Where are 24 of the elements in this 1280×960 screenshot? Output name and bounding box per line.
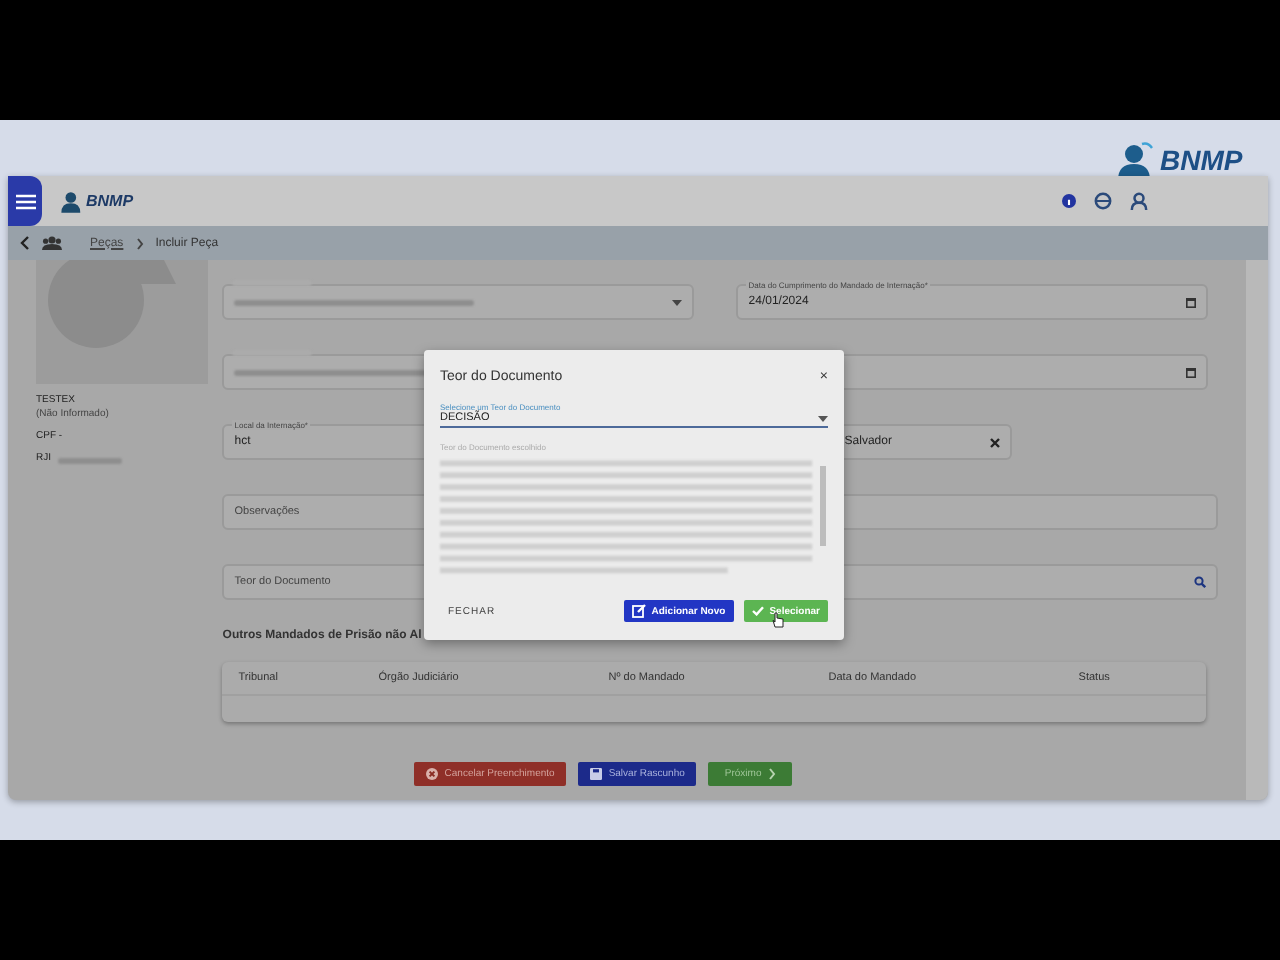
menu-icon [15, 193, 35, 209]
search-icon[interactable] [1194, 576, 1207, 588]
menu-button[interactable] [8, 176, 42, 226]
back-icon[interactable] [20, 236, 30, 250]
edit-icon [631, 604, 646, 618]
user-icon[interactable] [1130, 192, 1148, 210]
calendar-icon [1186, 367, 1197, 377]
info-icon[interactable] [1062, 194, 1076, 208]
cancel-icon [426, 768, 439, 780]
scrollbar[interactable] [820, 466, 826, 546]
form-field[interactable] [222, 284, 695, 320]
breadcrumb-separator-icon [135, 237, 144, 249]
clear-icon[interactable] [990, 437, 1001, 447]
globe-icon[interactable] [1094, 192, 1112, 210]
header-logo: BNMP [60, 188, 134, 214]
chevron-right-icon [767, 768, 776, 780]
dropdown-icon [672, 299, 683, 305]
scrollbar[interactable] [1246, 260, 1268, 800]
hand-cursor-icon [772, 612, 784, 628]
dropdown-icon [818, 415, 828, 421]
users-icon [42, 236, 62, 250]
calendar-icon [1186, 297, 1197, 307]
save-icon [590, 768, 603, 780]
check-icon [751, 606, 764, 616]
